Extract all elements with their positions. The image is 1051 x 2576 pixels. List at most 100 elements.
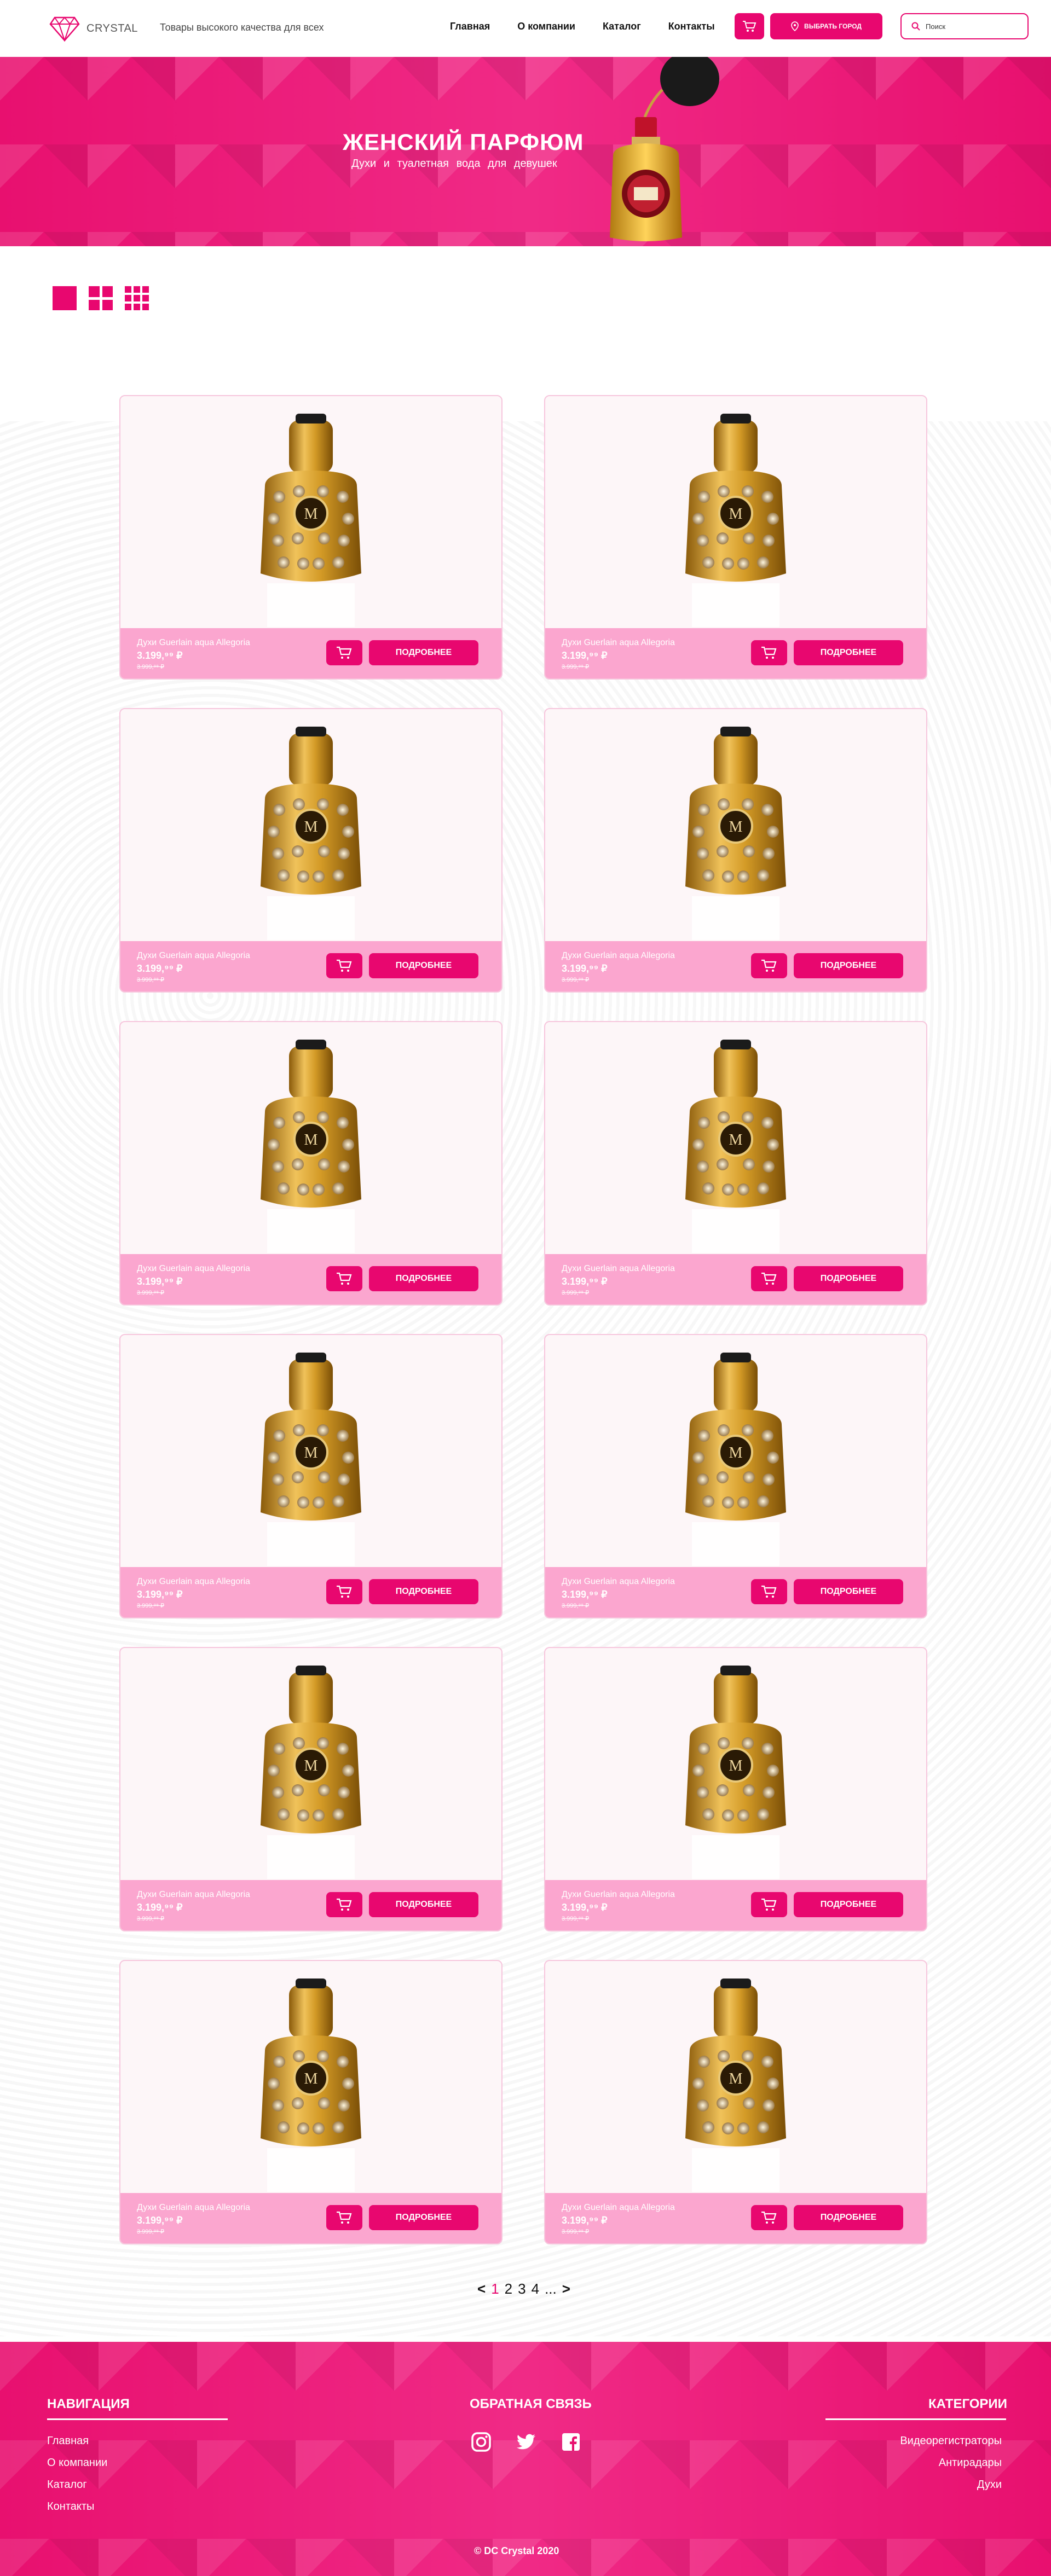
add-to-cart-button[interactable]	[326, 1579, 362, 1604]
nav-contacts[interactable]: Контакты	[668, 21, 715, 32]
instagram-icon[interactable]	[471, 2432, 492, 2452]
details-button[interactable]: ПОДРОБНЕЕ	[369, 1892, 478, 1917]
product-bottle-image: M	[261, 414, 361, 627]
pagination-page-4[interactable]: 4	[532, 2281, 539, 2297]
product-name[interactable]: Духи Guerlain aqua Allegoria	[137, 1264, 250, 1274]
social-links	[471, 2432, 581, 2452]
product-card[interactable]: M Духи Guerlain aqua Allegoria 3.199,⁹⁹ …	[119, 708, 503, 993]
product-card[interactable]: M Духи Guerlain aqua Allegoria 3.199,⁹⁹ …	[119, 1960, 503, 2244]
product-card[interactable]: M Духи Guerlain aqua Allegoria 3.199,⁹⁹ …	[544, 1647, 927, 1931]
search-icon	[911, 22, 920, 31]
product-name[interactable]: Духи Guerlain aqua Allegoria	[137, 1577, 250, 1587]
add-to-cart-button[interactable]	[751, 2205, 787, 2230]
add-to-cart-button[interactable]	[751, 1266, 787, 1291]
add-to-cart-button[interactable]	[326, 1266, 362, 1291]
product-image[interactable]: M	[545, 1022, 926, 1254]
add-to-cart-button[interactable]	[751, 640, 787, 665]
nav-home[interactable]: Главная	[450, 21, 490, 32]
product-name[interactable]: Духи Guerlain aqua Allegoria	[562, 2203, 675, 2213]
add-to-cart-button[interactable]	[751, 1579, 787, 1604]
product-card[interactable]: M Духи Guerlain aqua Allegoria 3.199,⁹⁹ …	[544, 1960, 927, 2244]
footer-category-dashcams[interactable]: Видеорегистраторы	[900, 2435, 1002, 2447]
product-image[interactable]: M	[120, 1335, 501, 1567]
product-card[interactable]: M Духи Guerlain aqua Allegoria 3.199,⁹⁹ …	[119, 395, 503, 680]
pagination-page-1[interactable]: 1	[491, 2281, 499, 2297]
site-footer: НАВИГАЦИЯ Главная О компании Каталог Кон…	[0, 2342, 1051, 2576]
product-name[interactable]: Духи Guerlain aqua Allegoria	[137, 2203, 250, 2213]
product-price: 3.199,⁹⁹ ₽	[562, 1276, 608, 1287]
product-image[interactable]: M	[545, 1961, 926, 2193]
details-button[interactable]: ПОДРОБНЕЕ	[369, 1266, 478, 1291]
product-name[interactable]: Духи Guerlain aqua Allegoria	[562, 1264, 675, 1274]
pagination-prev[interactable]: <	[477, 2281, 486, 2297]
product-card[interactable]: M Духи Guerlain aqua Allegoria 3.199,⁹⁹ …	[544, 1021, 927, 1306]
details-button[interactable]: ПОДРОБНЕЕ	[794, 2205, 903, 2230]
product-image[interactable]: M	[120, 1961, 501, 2193]
add-to-cart-icon	[761, 1898, 777, 1911]
product-name[interactable]: Духи Guerlain aqua Allegoria	[562, 1577, 675, 1587]
product-card[interactable]: M Духи Guerlain aqua Allegoria 3.199,⁹⁹ …	[544, 708, 927, 993]
details-button[interactable]: ПОДРОБНЕЕ	[369, 1579, 478, 1604]
product-image[interactable]: M	[545, 1335, 926, 1567]
details-button[interactable]: ПОДРОБНЕЕ	[794, 1579, 903, 1604]
product-info-bar: Духи Guerlain aqua Allegoria 3.199,⁹⁹ ₽ …	[120, 1254, 501, 1304]
choose-city-button[interactable]: ВЫБРАТЬ ГОРОД	[770, 13, 882, 39]
footer-category-radar[interactable]: Антирадары	[939, 2457, 1002, 2469]
svg-text:M: M	[304, 506, 318, 523]
product-name[interactable]: Духи Guerlain aqua Allegoria	[562, 1890, 675, 1900]
product-image[interactable]: M	[120, 396, 501, 628]
search-input[interactable]	[926, 22, 1024, 31]
logo[interactable]: CRYSTAL	[49, 15, 138, 42]
product-name[interactable]: Духи Guerlain aqua Allegoria	[137, 951, 250, 961]
product-image[interactable]: M	[120, 1648, 501, 1880]
product-image[interactable]: M	[545, 709, 926, 941]
details-button[interactable]: ПОДРОБНЕЕ	[794, 953, 903, 978]
product-price: 3.199,⁹⁹ ₽	[562, 963, 608, 974]
details-button[interactable]: ПОДРОБНЕЕ	[794, 1266, 903, 1291]
product-name[interactable]: Духи Guerlain aqua Allegoria	[562, 638, 675, 648]
product-card[interactable]: M Духи Guerlain aqua Allegoria 3.199,⁹⁹ …	[544, 1334, 927, 1618]
add-to-cart-button[interactable]	[326, 1892, 362, 1917]
details-button[interactable]: ПОДРОБНЕЕ	[369, 953, 478, 978]
view-single-icon[interactable]	[53, 286, 77, 310]
product-card[interactable]: M Духи Guerlain aqua Allegoria 3.199,⁹⁹ …	[119, 1647, 503, 1931]
footer-link-contacts[interactable]: Контакты	[47, 2500, 94, 2513]
product-name[interactable]: Духи Guerlain aqua Allegoria	[137, 1890, 250, 1900]
product-bottle-image: M	[685, 727, 786, 940]
add-to-cart-button[interactable]	[751, 953, 787, 978]
details-button[interactable]: ПОДРОБНЕЕ	[369, 640, 478, 665]
product-image[interactable]: M	[545, 396, 926, 628]
add-to-cart-button[interactable]	[326, 953, 362, 978]
add-to-cart-button[interactable]	[751, 1892, 787, 1917]
product-price: 3.199,⁹⁹ ₽	[562, 2215, 608, 2226]
search-box[interactable]	[900, 13, 1029, 39]
add-to-cart-button[interactable]	[326, 640, 362, 665]
view-grid3-icon[interactable]	[125, 286, 149, 310]
product-image[interactable]: M	[120, 709, 501, 941]
footer-link-about[interactable]: О компании	[47, 2457, 107, 2469]
footer-category-perfume[interactable]: Духи	[977, 2479, 1002, 2491]
pagination-page-3[interactable]: 3	[518, 2281, 526, 2297]
add-to-cart-button[interactable]	[326, 2205, 362, 2230]
product-image[interactable]: M	[545, 1648, 926, 1880]
cart-button[interactable]	[735, 13, 764, 39]
product-image[interactable]: M	[120, 1022, 501, 1254]
nav-about[interactable]: О компании	[517, 21, 575, 32]
product-name[interactable]: Духи Guerlain aqua Allegoria	[137, 638, 250, 648]
view-grid2-icon[interactable]	[89, 286, 113, 310]
product-card[interactable]: M Духи Guerlain aqua Allegoria 3.199,⁹⁹ …	[119, 1334, 503, 1618]
footer-link-catalog[interactable]: Каталог	[47, 2479, 87, 2491]
pagination-next[interactable]: >	[562, 2281, 570, 2297]
product-name[interactable]: Духи Guerlain aqua Allegoria	[562, 951, 675, 961]
product-card[interactable]: M Духи Guerlain aqua Allegoria 3.199,⁹⁹ …	[119, 1021, 503, 1306]
view-mode-toggles	[53, 286, 149, 310]
product-card[interactable]: M Духи Guerlain aqua Allegoria 3.199,⁹⁹ …	[544, 395, 927, 680]
footer-link-home[interactable]: Главная	[47, 2435, 89, 2447]
facebook-icon[interactable]	[561, 2432, 581, 2452]
details-button[interactable]: ПОДРОБНЕЕ	[794, 1892, 903, 1917]
details-button[interactable]: ПОДРОБНЕЕ	[794, 640, 903, 665]
twitter-icon[interactable]	[516, 2432, 536, 2452]
nav-catalog[interactable]: Каталог	[603, 21, 641, 32]
details-button[interactable]: ПОДРОБНЕЕ	[369, 2205, 478, 2230]
pagination-page-2[interactable]: 2	[505, 2281, 512, 2297]
